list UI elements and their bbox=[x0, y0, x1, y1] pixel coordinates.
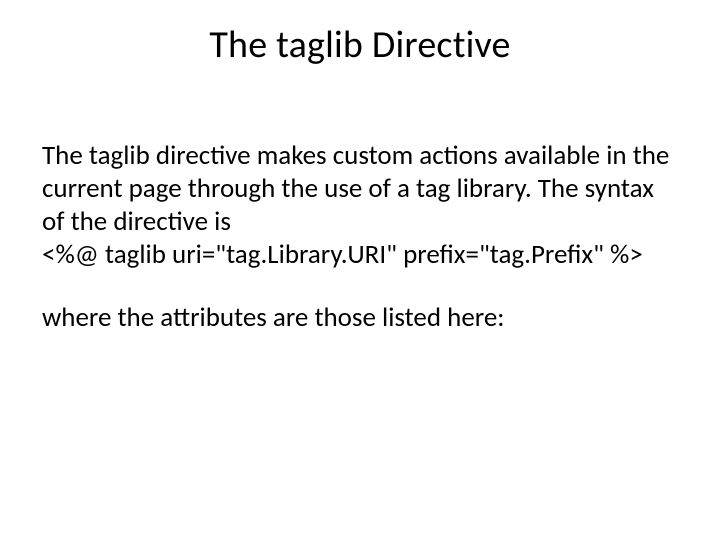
code-example: <%@ taglib uri="tag.Library.URI" prefix=… bbox=[42, 238, 643, 271]
intro-text: The taglib directive makes custom action… bbox=[42, 139, 669, 238]
body-paragraph-2: where the attributes are those listed he… bbox=[42, 302, 678, 335]
slide-title: The taglib Directive bbox=[0, 22, 720, 68]
slide-body: The taglib directive makes custom action… bbox=[42, 140, 678, 365]
slide: The taglib Directive The taglib directiv… bbox=[0, 0, 720, 540]
body-paragraph-1: The taglib directive makes custom action… bbox=[42, 140, 678, 272]
